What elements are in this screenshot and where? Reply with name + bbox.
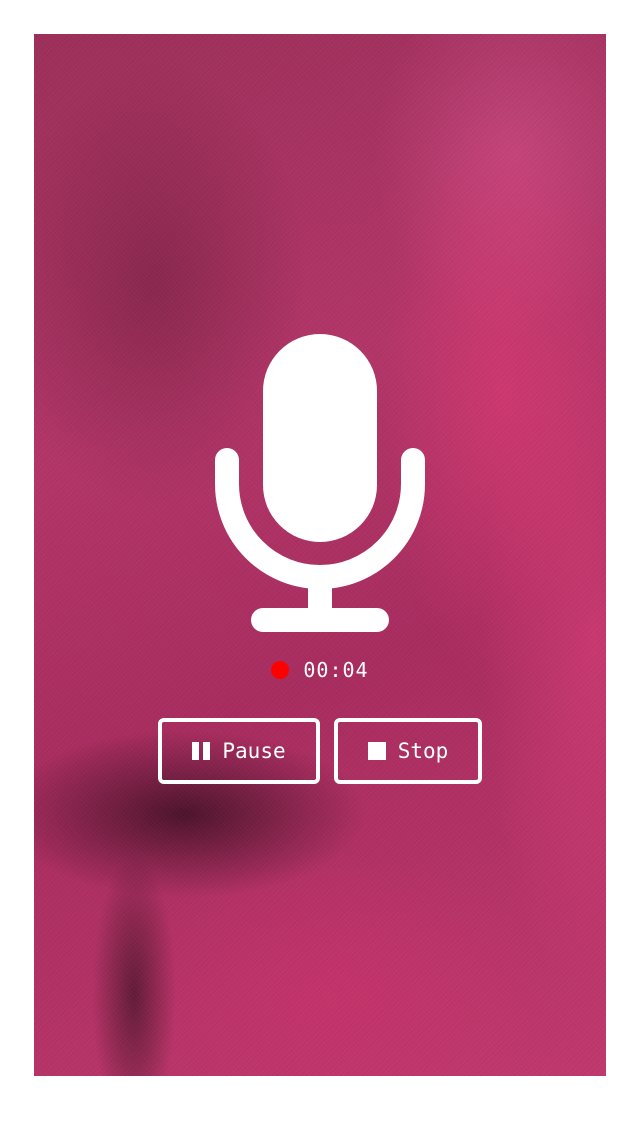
stop-button[interactable]: Stop bbox=[334, 718, 482, 784]
recording-controls: Pause Stop bbox=[34, 718, 606, 784]
stop-button-label: Stop bbox=[397, 739, 449, 763]
recording-status: 00:04 bbox=[34, 656, 606, 684]
recording-indicator-dot bbox=[271, 661, 290, 679]
microphone-icon bbox=[215, 334, 425, 632]
pause-button-label: Pause bbox=[222, 739, 286, 763]
pause-button[interactable]: Pause bbox=[158, 718, 320, 784]
stop-icon bbox=[367, 742, 386, 760]
elapsed-time: 00:04 bbox=[303, 658, 369, 682]
recorder-screen: 00:04 Pause Stop bbox=[34, 34, 606, 1076]
pause-icon bbox=[192, 742, 211, 760]
